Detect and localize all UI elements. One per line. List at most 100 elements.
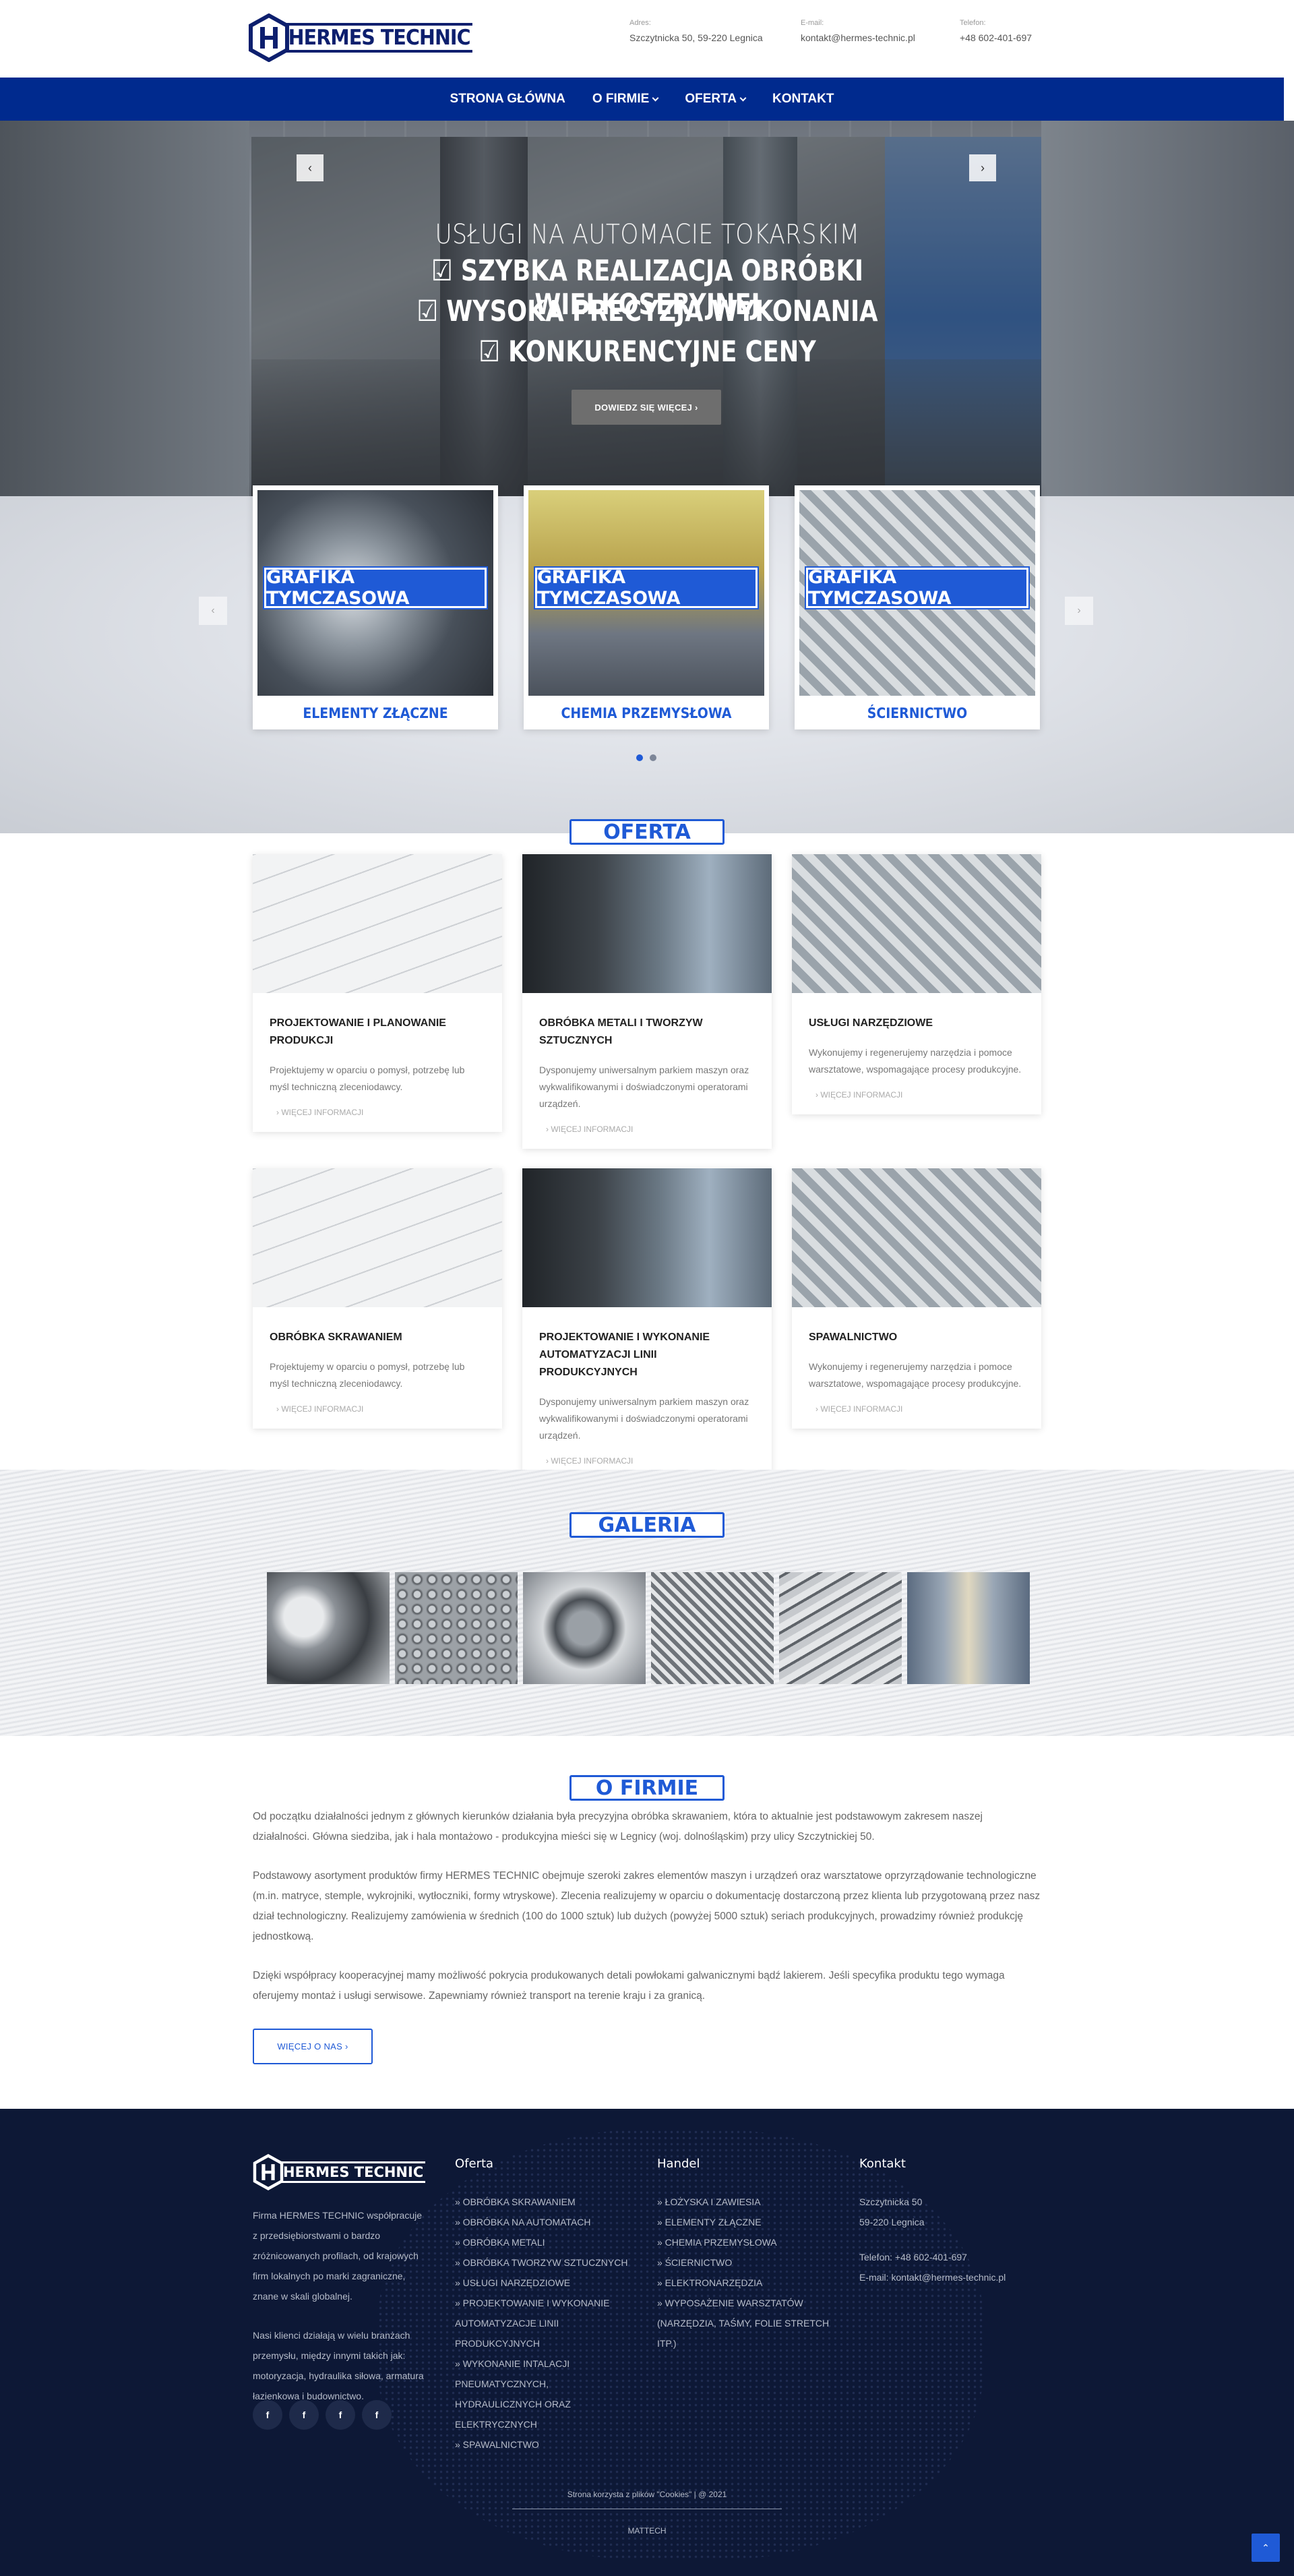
nav-contact[interactable]: KONTAKT [772, 92, 834, 107]
category-label: CHEMIA PRZEMYSŁOWA [561, 705, 732, 721]
category-prev-button[interactable]: ‹ [199, 597, 227, 625]
placeholder-banner: GRAFIKA TYMCZASOWA [535, 567, 758, 609]
about-paragraph: Podstawowy asortyment produktów firmy HE… [253, 1870, 1041, 1942]
offer-card: PROJEKTOWANIE I PLANOWANIE PRODUKCJI Pro… [253, 854, 502, 1132]
hero-prev-button[interactable]: ‹ [297, 154, 324, 181]
footer-contact-heading: Kontakt [859, 2157, 906, 2171]
nav-home[interactable]: STRONA GŁÓWNA [450, 92, 565, 107]
facebook-icon[interactable]: f [326, 2400, 355, 2430]
footer-logo-text: HERMES TECHNIC [281, 2161, 426, 2183]
about-section-title: O FIRMIE [569, 1775, 725, 1801]
gallery-section [0, 1470, 1294, 1736]
category-card[interactable]: GRAFIKA TYMCZASOWA ELEMENTY ZŁĄCZNE [253, 485, 498, 729]
facebook-icon[interactable]: f [289, 2400, 319, 2430]
footer-trade-link[interactable]: » ŚCIERNICTWO [657, 2252, 846, 2273]
chevron-left-icon: ‹ [308, 160, 312, 175]
footer-trade-link[interactable]: » ŁOŻYSKA I ZAWIESIA [657, 2192, 846, 2212]
offer-more-link[interactable]: › WIĘCEJ INFORMACJI [270, 1404, 485, 1414]
offer-title[interactable]: PROJEKTOWANIE I PLANOWANIE PRODUKCJI [270, 1015, 485, 1050]
gallery-image[interactable] [779, 1572, 902, 1684]
offer-more-link[interactable]: › WIĘCEJ INFORMACJI [539, 1125, 755, 1134]
hero-subtitle: USŁUGI NA AUTOMACIE TOKARSKIM [435, 219, 860, 250]
footer-offer-link[interactable]: » OBRÓBKA NA AUTOMATACH [455, 2212, 637, 2232]
offer-more-link[interactable]: › WIĘCEJ INFORMACJI [539, 1456, 755, 1466]
back-to-top-button[interactable]: ⌃ [1252, 2534, 1280, 2562]
facebook-icon[interactable]: f [253, 2400, 282, 2430]
hero-feature-2: ☑ WYSOKA PRECYZJA WYKONANIA [417, 295, 878, 328]
category-card[interactable]: GRAFIKA TYMCZASOWA CHEMIA PRZEMYSŁOWA [524, 485, 769, 729]
offer-title[interactable]: USŁUGI NARZĘDZIOWE [809, 1015, 1024, 1032]
footer-trade-link[interactable]: » ELEKTRONARZĘDZIA [657, 2273, 846, 2293]
offer-more-link[interactable]: › WIĘCEJ INFORMACJI [809, 1090, 1024, 1100]
phone-link[interactable]: +48 602-401-697 [960, 32, 1032, 43]
hero-slider: ‹ › USŁUGI NA AUTOMACIE TOKARSKIM ☑ SZYB… [0, 121, 1294, 496]
footer-offer-link[interactable]: » SPAWALNICTWO [455, 2434, 637, 2455]
placeholder-banner: GRAFIKA TYMCZASOWA [264, 567, 487, 609]
footer-offer-link[interactable]: » OBRÓBKA SKRAWANIEM [455, 2192, 637, 2212]
offer-card: OBRÓBKA METALI I TWORZYW SZTUCZNYCH Dysp… [522, 854, 772, 1149]
nav-about[interactable]: O FIRMIE [592, 92, 659, 107]
footer-contact-column: Kontakt Szczytnicka 50 59-220 Legnica Te… [859, 2154, 1041, 2287]
about-more-button[interactable]: WIĘCEJ O NAS › [253, 2029, 373, 2064]
footer-phone-link[interactable]: Telefon: +48 602-401-697 [859, 2247, 1041, 2267]
logo-text: HERMES TECHNIC [286, 23, 473, 53]
offer-image[interactable] [792, 854, 1041, 993]
offer-card: PROJEKTOWANIE I WYKONANIE AUTOMATYZACJI … [522, 1168, 772, 1480]
footer-offer-link[interactable]: » WYKONANIE INTALACJI PNEUMATYCZNYCH, HY… [455, 2354, 637, 2434]
footer-logo[interactable]: HERMES TECHNIC [253, 2154, 428, 2190]
credit-link[interactable]: MATTECH [512, 2526, 782, 2536]
footer-offer-link[interactable]: » OBRÓBKA METALI [455, 2232, 637, 2252]
offer-image[interactable] [253, 1168, 502, 1307]
footer-trade-link[interactable]: » CHEMIA PRZEMYSŁOWA [657, 2232, 846, 2252]
category-next-button[interactable]: › [1065, 597, 1093, 625]
footer-address-line: Szczytnicka 50 [859, 2196, 923, 2207]
offer-image[interactable] [522, 854, 772, 993]
offer-image[interactable] [792, 1168, 1041, 1307]
offer-title[interactable]: SPAWALNICTWO [809, 1329, 1024, 1346]
footer-trade-column: Handel » ŁOŻYSKA I ZAWIESIA » ELEMENTY Z… [657, 2154, 846, 2354]
offer-more-link[interactable]: › WIĘCEJ INFORMACJI [809, 1404, 1024, 1414]
gallery-image[interactable] [907, 1572, 1030, 1684]
footer-offer-link[interactable]: » PROJEKTOWANIE I WYKONANIE AUTOMATYZACJ… [455, 2293, 637, 2354]
offer-description: Projektujemy w oparciu o pomysł, potrzeb… [270, 1065, 465, 1092]
gallery-image[interactable] [651, 1572, 774, 1684]
footer-trade-link[interactable]: » WYPOSAŻENIE WARSZTATÓW (NARZĘDZIA, TAŚ… [657, 2293, 846, 2354]
phone-label: Telefon: [960, 19, 986, 27]
category-image: GRAFIKA TYMCZASOWA [257, 490, 493, 696]
hero-learn-more-button[interactable]: DOWIEDZ SIĘ WIĘCEJ › [572, 390, 721, 425]
gallery-image[interactable] [523, 1572, 646, 1684]
offer-title[interactable]: OBRÓBKA SKRAWANIEM [270, 1329, 485, 1346]
offer-card: OBRÓBKA SKRAWANIEM Projektujemy w oparci… [253, 1168, 502, 1429]
site-logo[interactable]: HERMES TECHNIC [248, 13, 489, 62]
carousel-dot[interactable] [650, 754, 656, 761]
chevron-right-icon: › [1077, 605, 1081, 616]
chevron-up-icon: ⌃ [1262, 2542, 1270, 2553]
hero-feature-3: ☑ KONKURENCYJNE CENY [479, 335, 816, 369]
footer-offer-heading: Oferta [455, 2157, 494, 2171]
gallery-image[interactable] [395, 1572, 518, 1684]
footer-offer-link[interactable]: » USŁUGI NARZĘDZIOWE [455, 2273, 637, 2293]
carousel-dot-active[interactable] [636, 754, 643, 761]
offer-more-link[interactable]: › WIĘCEJ INFORMACJI [270, 1108, 485, 1117]
offer-section-title: OFERTA [569, 819, 725, 845]
gallery-image[interactable] [267, 1572, 390, 1684]
facebook-icon[interactable]: f [362, 2400, 392, 2430]
about-paragraph: Dzięki współpracy kooperacyjnej mamy moż… [253, 1970, 1005, 2002]
offer-title[interactable]: PROJEKTOWANIE I WYKONANIE AUTOMATYZACJI … [539, 1329, 755, 1381]
hero-slide: ‹ › USŁUGI NA AUTOMACIE TOKARSKIM ☑ SZYB… [251, 137, 1043, 496]
nav-offer[interactable]: OFERTA [685, 92, 747, 107]
offer-image[interactable] [522, 1168, 772, 1307]
placeholder-banner: GRAFIKA TYMCZASOWA [806, 567, 1028, 609]
offer-title[interactable]: OBRÓBKA METALI I TWORZYW SZTUCZNYCH [539, 1015, 755, 1050]
header-address: Adres: Szczytnicka 50, 59-220 Legnica [629, 19, 763, 43]
footer-email-link[interactable]: E-mail: kontakt@hermes-technic.pl [859, 2267, 1041, 2287]
footer-trade-link[interactable]: » ELEMENTY ZŁĄCZNE [657, 2212, 846, 2232]
hero-next-button[interactable]: › [969, 154, 996, 181]
category-card[interactable]: GRAFIKA TYMCZASOWA ŚCIERNICTWO [795, 485, 1040, 729]
header-email: E-mail: kontakt@hermes-technic.pl [801, 19, 915, 43]
footer-offer-link[interactable]: » OBRÓBKA TWORZYW SZTUCZNYCH [455, 2252, 637, 2273]
offer-description: Dysponujemy uniwersalnym parkiem maszyn … [539, 1396, 749, 1441]
nav-home-label: STRONA GŁÓWNA [450, 92, 565, 106]
email-link[interactable]: kontakt@hermes-technic.pl [801, 32, 915, 43]
offer-image[interactable] [253, 854, 502, 993]
